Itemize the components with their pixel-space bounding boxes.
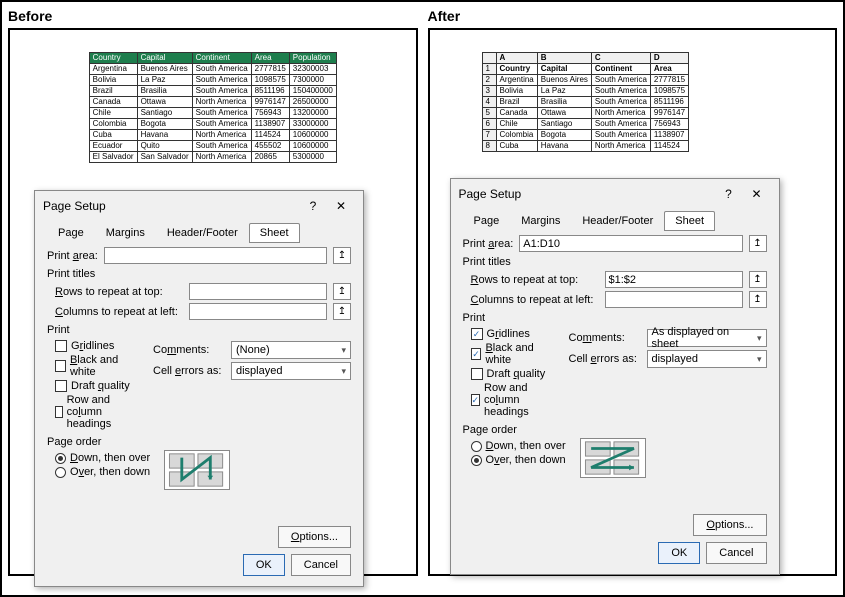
- table-row: EcuadorQuitoSouth America45550210600000: [89, 141, 336, 152]
- tab-page[interactable]: Page: [47, 223, 95, 243]
- cols-repeat-label: Columns to repeat at left:: [55, 306, 183, 318]
- options-button[interactable]: Options...: [278, 526, 351, 548]
- table-row: CubaHavanaNorth America11452410600000: [89, 130, 336, 141]
- comments-dropdown[interactable]: (None): [231, 341, 351, 359]
- table-row: ChileSantiagoSouth America75694313200000: [89, 108, 336, 119]
- down-over-radio[interactable]: [471, 441, 482, 452]
- page-order-group: Page order: [47, 436, 351, 448]
- rows-repeat-label: Rows to repeat at top:: [55, 286, 183, 298]
- help-button[interactable]: ?: [299, 197, 327, 215]
- print-area-input[interactable]: [104, 247, 327, 264]
- cell-errors-label: Cell errors as:: [153, 365, 225, 377]
- cell-errors-label: Cell errors as:: [569, 353, 641, 365]
- gridlines-checkbox[interactable]: [471, 328, 483, 340]
- cancel-button[interactable]: Cancel: [706, 542, 766, 564]
- comments-label: Comments:: [569, 332, 641, 344]
- range-select-icon[interactable]: [749, 235, 767, 252]
- tabs: Page Margins Header/Footer Sheet: [47, 223, 351, 243]
- rows-repeat-input[interactable]: [189, 283, 327, 300]
- comments-dropdown[interactable]: As displayed on sheet: [647, 329, 767, 347]
- tab-sheet[interactable]: Sheet: [664, 211, 715, 231]
- table-row: 5CanadaOttawaNorth America9976147: [482, 108, 689, 119]
- col-capital: Capital: [137, 53, 192, 64]
- close-button[interactable]: ✕: [327, 197, 355, 215]
- cols-repeat-label: Columns to repeat at left:: [471, 294, 599, 306]
- tab-header-footer[interactable]: Header/Footer: [156, 223, 249, 243]
- after-data-table: A B C D 1CountryCapitalContinentArea 2Ar…: [482, 52, 690, 152]
- cols-repeat-input[interactable]: [189, 303, 327, 320]
- table-row: BrazilBrasiliaSouth America8511196150400…: [89, 86, 336, 97]
- print-area-label: Print area:: [463, 238, 514, 250]
- close-button[interactable]: ✕: [743, 185, 771, 203]
- rows-repeat-label: Rows to repeat at top:: [471, 274, 599, 286]
- range-select-icon[interactable]: [333, 303, 351, 320]
- table-row: El SalvadorSan SalvadorNorth America2086…: [89, 152, 336, 163]
- draft-checkbox[interactable]: [471, 368, 483, 380]
- cols-repeat-input[interactable]: [605, 291, 743, 308]
- ok-button[interactable]: OK: [243, 554, 285, 576]
- range-select-icon[interactable]: [333, 247, 351, 264]
- rowcol-checkbox[interactable]: [55, 406, 63, 418]
- table-row: CanadaOttawaNorth America997614726500000: [89, 97, 336, 108]
- range-select-icon[interactable]: [333, 283, 351, 300]
- table-row: 8CubaHavanaNorth America114524: [482, 141, 689, 152]
- cell-errors-dropdown[interactable]: displayed: [647, 350, 767, 368]
- range-select-icon[interactable]: [749, 271, 767, 288]
- rows-repeat-input[interactable]: $1:$2: [605, 271, 743, 288]
- comments-label: Comments:: [153, 344, 225, 356]
- range-select-icon[interactable]: [749, 291, 767, 308]
- print-group: Print: [463, 312, 767, 324]
- page-setup-dialog-after: Page Setup ? ✕ Page Margins Header/Foote…: [450, 178, 780, 575]
- tab-sheet[interactable]: Sheet: [249, 223, 300, 243]
- print-titles-group: Print titles: [463, 256, 767, 268]
- table-row: 1CountryCapitalContinentArea: [482, 64, 689, 75]
- print-titles-group: Print titles: [47, 268, 351, 280]
- col-continent: Continent: [192, 53, 251, 64]
- table-row: 2ArgentinaBuenos AiresSouth America27778…: [482, 75, 689, 86]
- print-area-label: Print area:: [47, 250, 98, 262]
- after-panel: A B C D 1CountryCapitalContinentArea 2Ar…: [428, 28, 838, 576]
- table-row: 7ColombiaBogotaSouth America1138907: [482, 130, 689, 141]
- cell-errors-dropdown[interactable]: displayed: [231, 362, 351, 380]
- tabs: Page Margins Header/Footer Sheet: [463, 211, 767, 231]
- help-button[interactable]: ?: [715, 185, 743, 203]
- table-row: ColombiaBogotaSouth America1138907330000…: [89, 119, 336, 130]
- col-area: Area: [251, 53, 289, 64]
- page-order-group: Page order: [463, 424, 767, 436]
- after-heading: After: [428, 8, 838, 24]
- print-area-input[interactable]: A1:D10: [519, 235, 742, 252]
- table-row: 4BrazilBrasiliaSouth America8511196: [482, 97, 689, 108]
- dialog-title: Page Setup: [459, 187, 715, 201]
- over-down-radio[interactable]: [55, 467, 66, 478]
- tab-page[interactable]: Page: [463, 211, 511, 231]
- options-button[interactable]: Options...: [693, 514, 766, 536]
- cancel-button[interactable]: Cancel: [291, 554, 351, 576]
- tab-margins[interactable]: Margins: [510, 211, 571, 231]
- table-row: ArgentinaBuenos AiresSouth America277781…: [89, 64, 336, 75]
- table-row: 3BoliviaLa PazSouth America1098575: [482, 86, 689, 97]
- bw-checkbox[interactable]: [471, 348, 482, 360]
- bw-checkbox[interactable]: [55, 360, 66, 372]
- rowcol-checkbox[interactable]: [471, 394, 481, 406]
- draft-checkbox[interactable]: [55, 380, 67, 392]
- before-data-table: Country Capital Continent Area Populatio…: [89, 52, 337, 163]
- before-heading: Before: [8, 8, 418, 24]
- col-country: Country: [89, 53, 137, 64]
- table-row: BoliviaLa PazSouth America10985757300000: [89, 75, 336, 86]
- dialog-title: Page Setup: [43, 199, 299, 213]
- tab-margins[interactable]: Margins: [95, 223, 156, 243]
- page-setup-dialog-before: Page Setup ? ✕ Page Margins Header/Foote…: [34, 190, 364, 587]
- before-panel: Country Capital Continent Area Populatio…: [8, 28, 418, 576]
- tab-header-footer[interactable]: Header/Footer: [571, 211, 664, 231]
- page-order-preview-icon: [580, 438, 646, 478]
- table-row: 6ChileSantiagoSouth America756943: [482, 119, 689, 130]
- ok-button[interactable]: OK: [658, 542, 700, 564]
- over-down-radio[interactable]: [471, 455, 482, 466]
- page-order-preview-icon: [164, 450, 230, 490]
- print-group: Print: [47, 324, 351, 336]
- down-over-radio[interactable]: [55, 453, 66, 464]
- col-population: Population: [289, 53, 336, 64]
- gridlines-checkbox[interactable]: [55, 340, 67, 352]
